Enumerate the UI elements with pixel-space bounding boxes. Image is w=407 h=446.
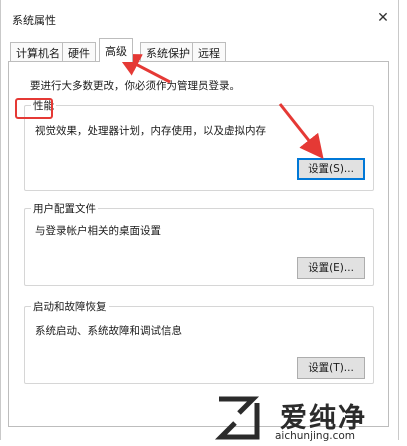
performance-group: 性能 视觉效果，处理器计划，内存使用，以及虚拟内存 设置(S)... xyxy=(24,98,374,191)
performance-description: 视觉效果，处理器计划，内存使用，以及虚拟内存 xyxy=(35,125,266,137)
admin-notice: 要进行大多数更改，你必须作为管理员登录。 xyxy=(30,80,240,92)
tab-system-protection[interactable]: 系统保护 xyxy=(140,42,196,61)
watermark-logo-icon xyxy=(214,396,260,440)
close-icon[interactable]: ✕ xyxy=(372,8,394,28)
startup-recovery-group-title: 启动和故障恢复 xyxy=(31,299,109,314)
window-title: 系统属性 xyxy=(12,14,56,27)
user-profiles-group-title: 用户配置文件 xyxy=(31,201,98,216)
startup-recovery-group: 启动和故障恢复 系统启动、系统故障和调试信息 设置(T)... xyxy=(24,299,374,384)
performance-highlight-box xyxy=(15,98,53,119)
tab-remote[interactable]: 远程 xyxy=(192,42,226,61)
startup-recovery-settings-button[interactable]: 设置(T)... xyxy=(297,357,365,379)
user-profiles-description: 与登录帐户相关的桌面设置 xyxy=(35,225,161,237)
tab-advanced[interactable]: 高级 xyxy=(99,38,133,62)
performance-settings-button[interactable]: 设置(S)... xyxy=(297,158,365,180)
tab-hardware[interactable]: 硬件 xyxy=(62,42,96,61)
title-bar: 系统属性 ✕ xyxy=(0,0,399,36)
user-profiles-group: 用户配置文件 与登录帐户相关的桌面设置 设置(E)... xyxy=(24,201,374,286)
tab-computer-name[interactable]: 计算机名 xyxy=(10,42,66,61)
watermark-url: aichunjing.com xyxy=(275,430,356,442)
user-profiles-settings-button[interactable]: 设置(E)... xyxy=(297,257,365,279)
startup-recovery-description: 系统启动、系统故障和调试信息 xyxy=(35,325,182,337)
